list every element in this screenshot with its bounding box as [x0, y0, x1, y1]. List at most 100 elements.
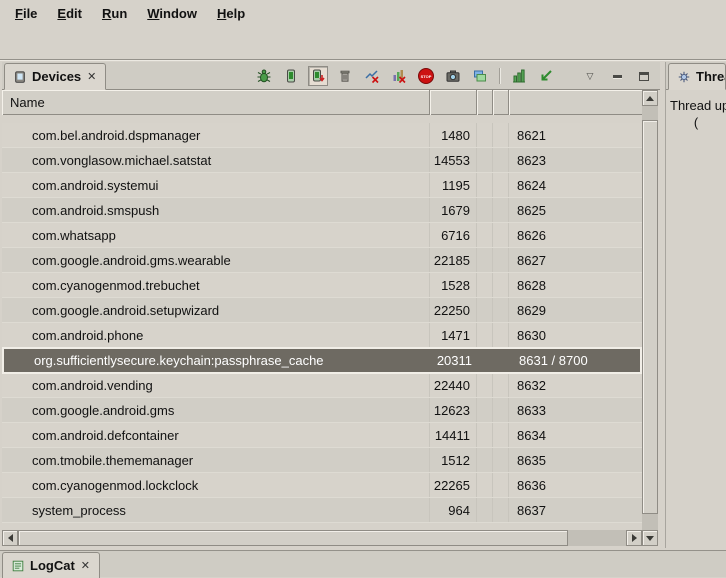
column-header-pid[interactable]: [430, 90, 477, 115]
vertical-scroll-thumb[interactable]: [642, 120, 658, 514]
threads-icon: [677, 70, 691, 84]
menu-file[interactable]: File: [6, 2, 46, 25]
table-row[interactable]: com.cyanogenmod.lockclock222658636: [2, 473, 642, 498]
column-header-spacer2[interactable]: [493, 90, 509, 115]
table-row[interactable]: com.google.android.gms.wearable221858627: [2, 248, 642, 273]
table-row[interactable]: com.bel.android.dspmanager14808621: [2, 123, 642, 148]
table-row[interactable]: system_process9648637: [2, 498, 642, 523]
port-cell: 8625: [509, 198, 642, 222]
spacer-cell: [495, 349, 511, 372]
spacer-cell: [493, 423, 509, 447]
update-heap-icon[interactable]: [281, 66, 301, 86]
table-row[interactable]: com.google.android.gms126238633: [2, 398, 642, 423]
process-name-cell: com.tmobile.thememanager: [2, 448, 430, 472]
spacer-cell: [477, 398, 493, 422]
tab-threads[interactable]: Threa: [668, 63, 726, 90]
device-table-body: com.bel.android.dspmanager14808621com.vo…: [2, 115, 642, 524]
process-name-cell: com.whatsapp: [2, 223, 430, 247]
table-row[interactable]: com.android.systemui11958624: [2, 173, 642, 198]
vertical-scrollbar[interactable]: [642, 90, 658, 546]
screen-capture-icon[interactable]: [443, 66, 463, 86]
table-row[interactable]: com.vonglasow.michael.satstat145538623: [2, 148, 642, 173]
device-table-header: Name: [2, 90, 642, 115]
horizontal-scrollbar[interactable]: [2, 530, 642, 546]
menubar: File Edit Run Window Help: [0, 0, 726, 27]
tab-devices-label: Devices: [32, 69, 81, 84]
spacer-cell: [493, 473, 509, 497]
menu-window[interactable]: Window: [138, 2, 206, 25]
menu-help[interactable]: Help: [208, 2, 254, 25]
table-row[interactable]: com.android.defcontainer144118634: [2, 423, 642, 448]
scroll-down-button[interactable]: [642, 530, 658, 546]
process-name-cell: system_process: [2, 498, 430, 522]
scroll-up-button[interactable]: [642, 90, 658, 106]
spacer-cell: [477, 148, 493, 172]
process-name-cell: com.android.systemui: [2, 173, 430, 197]
process-name-cell: com.google.android.setupwizard: [2, 298, 430, 322]
debug-process-icon[interactable]: [254, 66, 274, 86]
stop-process-icon[interactable]: STOP: [416, 66, 436, 86]
port-cell: 8636: [509, 473, 642, 497]
table-row[interactable]: com.whatsapp67168626: [2, 223, 642, 248]
stop-label: STOP: [418, 68, 434, 84]
threads-tabbar: Threa: [666, 62, 726, 90]
pid-cell: 1480: [430, 123, 477, 147]
spacer-cell: [493, 373, 509, 397]
port-cell: 8631 / 8700: [511, 349, 640, 372]
pid-cell: 1471: [430, 323, 477, 347]
pid-cell: 14411: [430, 423, 477, 447]
devices-toolbar: STOP: [254, 65, 654, 87]
table-row[interactable]: com.google.android.setupwizard222508629: [2, 298, 642, 323]
minimize-icon[interactable]: [607, 66, 627, 86]
spacer-cell: [493, 123, 509, 147]
trend-arrow-icon[interactable]: [536, 66, 556, 86]
view-menu-icon[interactable]: ▽: [580, 66, 600, 86]
horizontal-scroll-thumb[interactable]: [18, 530, 568, 546]
devices-tabbar: Devices ✕: [2, 62, 660, 90]
scroll-right-button[interactable]: [626, 530, 642, 546]
menu-run[interactable]: Run: [93, 2, 136, 25]
table-row[interactable]: com.android.phone14718630: [2, 323, 642, 348]
port-cell: 8626: [509, 223, 642, 247]
close-icon[interactable]: ✕: [86, 70, 97, 83]
pid-cell: 22250: [430, 298, 477, 322]
menu-edit[interactable]: Edit: [48, 2, 91, 25]
column-header-name[interactable]: Name: [2, 90, 430, 115]
spacer-cell: [477, 248, 493, 272]
spacer-cell: [477, 198, 493, 222]
scroll-right-icon: [632, 534, 637, 542]
maximize-icon[interactable]: [634, 66, 654, 86]
logcat-bar: LogCat ✕: [0, 550, 726, 577]
spacer-cell: [479, 349, 495, 372]
process-name-cell: com.android.smspush: [2, 198, 430, 222]
port-cell: 8635: [509, 448, 642, 472]
spacer-cell: [477, 423, 493, 447]
spacer-cell: [493, 298, 509, 322]
process-name-cell: com.android.defcontainer: [2, 423, 430, 447]
port-cell: 8628: [509, 273, 642, 297]
port-cell: 8623: [509, 148, 642, 172]
dump-hprof-icon[interactable]: [308, 66, 328, 86]
table-row[interactable]: com.cyanogenmod.trebuchet15288628: [2, 273, 642, 298]
table-row[interactable]: com.tmobile.thememanager15128635: [2, 448, 642, 473]
method-profiling-icon[interactable]: [389, 66, 409, 86]
tab-logcat[interactable]: LogCat ✕: [2, 552, 100, 578]
cause-gc-icon[interactable]: [335, 66, 355, 86]
main-area: Devices ✕: [0, 60, 726, 550]
scroll-left-button[interactable]: [2, 530, 18, 546]
process-name-cell: com.cyanogenmod.trebuchet: [2, 273, 430, 297]
update-threads-icon[interactable]: [362, 66, 382, 86]
pid-cell: 964: [430, 498, 477, 522]
layers-icon[interactable]: [470, 66, 490, 86]
port-cell: 8632: [509, 373, 642, 397]
column-header-port[interactable]: [509, 90, 642, 115]
table-row[interactable]: org.sufficientlysecure.keychain:passphra…: [2, 347, 642, 374]
tab-devices[interactable]: Devices ✕: [4, 63, 106, 90]
spacer-cell: [477, 323, 493, 347]
table-row[interactable]: com.android.vending224408632: [2, 373, 642, 398]
column-header-spacer1[interactable]: [477, 90, 493, 115]
chart-columns-icon[interactable]: [509, 66, 529, 86]
process-name-cell: com.vonglasow.michael.satstat: [2, 148, 430, 172]
table-row[interactable]: com.android.smspush16798625: [2, 198, 642, 223]
close-icon[interactable]: ✕: [80, 559, 91, 572]
